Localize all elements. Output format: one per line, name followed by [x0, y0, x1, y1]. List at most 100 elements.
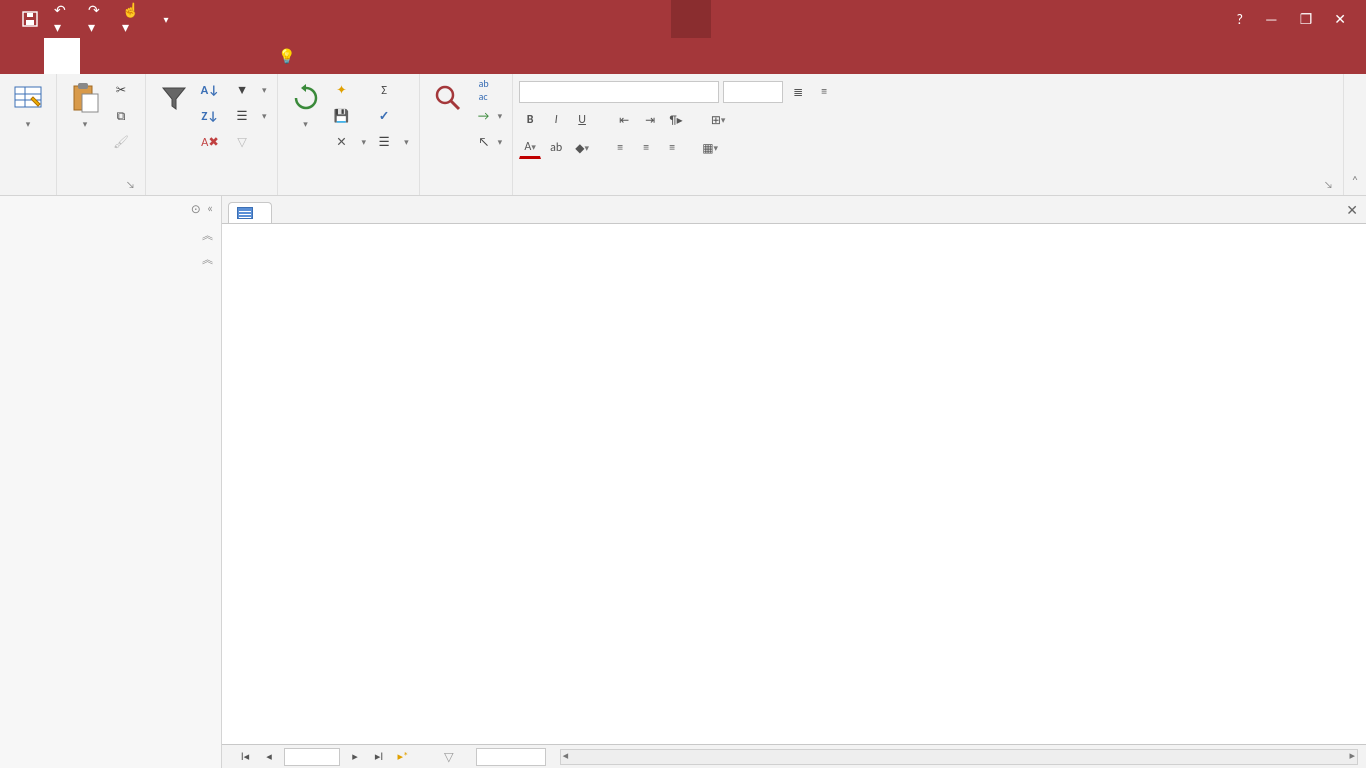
bold-button[interactable]: B	[519, 109, 541, 131]
doc-tab-tblpersonaldata[interactable]	[228, 202, 272, 223]
highlight-button[interactable]: ab	[545, 137, 567, 159]
font-color-button[interactable]: A	[519, 137, 541, 159]
help-icon[interactable]: ?	[1237, 11, 1244, 28]
copy-icon: ⧉	[113, 108, 129, 124]
align-left-icon[interactable]: ≡	[609, 137, 631, 159]
align-center-icon[interactable]: ≡	[635, 137, 657, 159]
new-button[interactable]: ✦	[330, 78, 371, 102]
copy-button[interactable]: ⧉	[109, 104, 139, 128]
decrease-indent-icon[interactable]: ⇤	[613, 109, 635, 131]
tab-external-data[interactable]	[116, 38, 152, 74]
refresh-all-button[interactable]	[284, 78, 328, 135]
spelling-button[interactable]: ✓	[372, 104, 413, 128]
record-navigator: I◂ ◂ ▸ ▸I ▸* ▽	[222, 744, 1366, 768]
qat-customize-icon[interactable]: ▾	[156, 9, 176, 29]
undo-icon[interactable]: ↶ ▾	[54, 9, 74, 29]
totals-button[interactable]: Σ	[372, 78, 413, 102]
clipboard-launcher-icon[interactable]: ↘	[126, 178, 135, 191]
first-record-icon[interactable]: I◂	[236, 750, 254, 763]
datasheet-grid[interactable]	[222, 224, 1366, 744]
nav-dropdown-icon[interactable]: ⊙	[191, 202, 201, 217]
find-button[interactable]	[426, 78, 470, 121]
tab-table[interactable]	[224, 38, 260, 74]
minimize-icon[interactable]: —	[1265, 11, 1278, 28]
collapse-ribbon-icon[interactable]: ˄	[1352, 174, 1359, 189]
cut-button[interactable]: ✂	[109, 78, 139, 102]
advanced-button[interactable]: ☰	[230, 104, 271, 128]
delete-button[interactable]: ✕	[330, 130, 371, 154]
no-filter-indicator[interactable]: ▽	[444, 749, 454, 765]
font-size-input[interactable]	[723, 81, 783, 103]
fill-color-button[interactable]: ◆	[571, 137, 593, 159]
paste-icon	[69, 82, 101, 114]
align-right-icon[interactable]: ≡	[661, 137, 683, 159]
ascending-button[interactable]: A↓	[198, 78, 228, 102]
tab-create[interactable]	[80, 38, 116, 74]
redo-icon[interactable]: ↷ ▾	[88, 9, 108, 29]
selection-button[interactable]: ▼	[230, 78, 271, 102]
toggle-filter-button[interactable]: ▽	[230, 130, 271, 154]
replace-icon: abac	[476, 82, 492, 98]
find-icon	[432, 82, 464, 114]
save-record-icon: 💾	[334, 108, 350, 124]
more-icon: ☰	[376, 134, 392, 150]
group-find: abac → ↖	[420, 74, 514, 195]
paste-button[interactable]	[63, 78, 107, 135]
next-record-icon[interactable]: ▸	[346, 750, 364, 763]
new-record-icon[interactable]: ▸*	[394, 750, 412, 763]
tell-me-search[interactable]: 💡	[260, 38, 303, 74]
save-record-button[interactable]: 💾	[330, 104, 371, 128]
tab-fields[interactable]	[188, 38, 224, 74]
group-sort-filter: A↓ Z↓ A✖ ▼ ☰ ▽	[146, 74, 278, 195]
close-tab-icon[interactable]: ✕	[1346, 202, 1358, 219]
save-icon[interactable]	[20, 9, 40, 29]
record-position-input[interactable]	[284, 748, 340, 766]
view-button[interactable]	[6, 78, 50, 135]
ltr-icon[interactable]: ¶▸	[665, 109, 687, 131]
nav-collapse-icon[interactable]: «	[207, 202, 213, 217]
tab-home[interactable]	[44, 38, 80, 74]
descending-button[interactable]: Z↓	[198, 104, 228, 128]
search-box[interactable]	[476, 748, 546, 766]
increase-indent-icon[interactable]: ⇥	[639, 109, 661, 131]
goto-button[interactable]: →	[472, 104, 507, 128]
alt-row-color-icon[interactable]: ▦	[699, 137, 721, 159]
prev-record-icon[interactable]: ◂	[260, 750, 278, 763]
nav-section-queries[interactable]: ︽	[0, 247, 221, 271]
gridlines-icon[interactable]: ⊞	[707, 109, 729, 131]
navigation-pane: ⊙« ︽ ︽	[0, 196, 222, 768]
workspace: ⊙« ︽ ︽ ✕ I◂ ◂ ▸ ▸I ▸* ▽	[0, 196, 1366, 768]
filter-button[interactable]	[152, 78, 196, 121]
more-button[interactable]: ☰	[372, 130, 413, 154]
advanced-icon: ☰	[234, 108, 250, 124]
window-controls: ? — ❐ ✕	[1237, 11, 1366, 28]
document-tabs: ✕	[222, 196, 1366, 224]
sign-in-link[interactable]	[1348, 38, 1366, 74]
font-name-input[interactable]	[519, 81, 719, 103]
select-button[interactable]: ↖	[472, 130, 507, 154]
numbering-icon[interactable]: ≡	[813, 81, 835, 103]
touch-mode-icon[interactable]: ☝ ▾	[122, 9, 142, 29]
horizontal-scrollbar[interactable]	[560, 749, 1358, 765]
ribbon: ✂ ⧉ 🖌 ↘ A↓ Z↓ A✖ ▼ ☰ ▽	[0, 74, 1366, 196]
ribbon-tabs: 💡	[0, 38, 1366, 74]
tab-database-tools[interactable]	[152, 38, 188, 74]
restore-icon[interactable]: ❐	[1300, 11, 1313, 28]
chevron-up-icon: ︽	[202, 251, 213, 267]
delete-icon: ✕	[334, 134, 350, 150]
quick-access-toolbar: ↶ ▾ ↷ ▾ ☝ ▾ ▾	[0, 9, 176, 29]
underline-button[interactable]: U	[571, 109, 593, 131]
context-tab-label	[671, 0, 711, 38]
replace-button[interactable]: abac	[472, 78, 507, 102]
group-textfmt-label: ↘	[519, 189, 1337, 195]
remove-sort-button[interactable]: A✖	[198, 130, 228, 154]
format-painter-button[interactable]: 🖌	[109, 130, 139, 154]
italic-button[interactable]: I	[545, 109, 567, 131]
nav-header[interactable]: ⊙«	[0, 196, 221, 223]
close-icon[interactable]: ✕	[1334, 11, 1346, 28]
nav-section-tables[interactable]: ︽	[0, 223, 221, 247]
textfmt-launcher-icon[interactable]: ↘	[1324, 178, 1333, 191]
last-record-icon[interactable]: ▸I	[370, 750, 388, 763]
bullets-icon[interactable]: ≣	[787, 81, 809, 103]
tab-file[interactable]	[0, 38, 44, 74]
